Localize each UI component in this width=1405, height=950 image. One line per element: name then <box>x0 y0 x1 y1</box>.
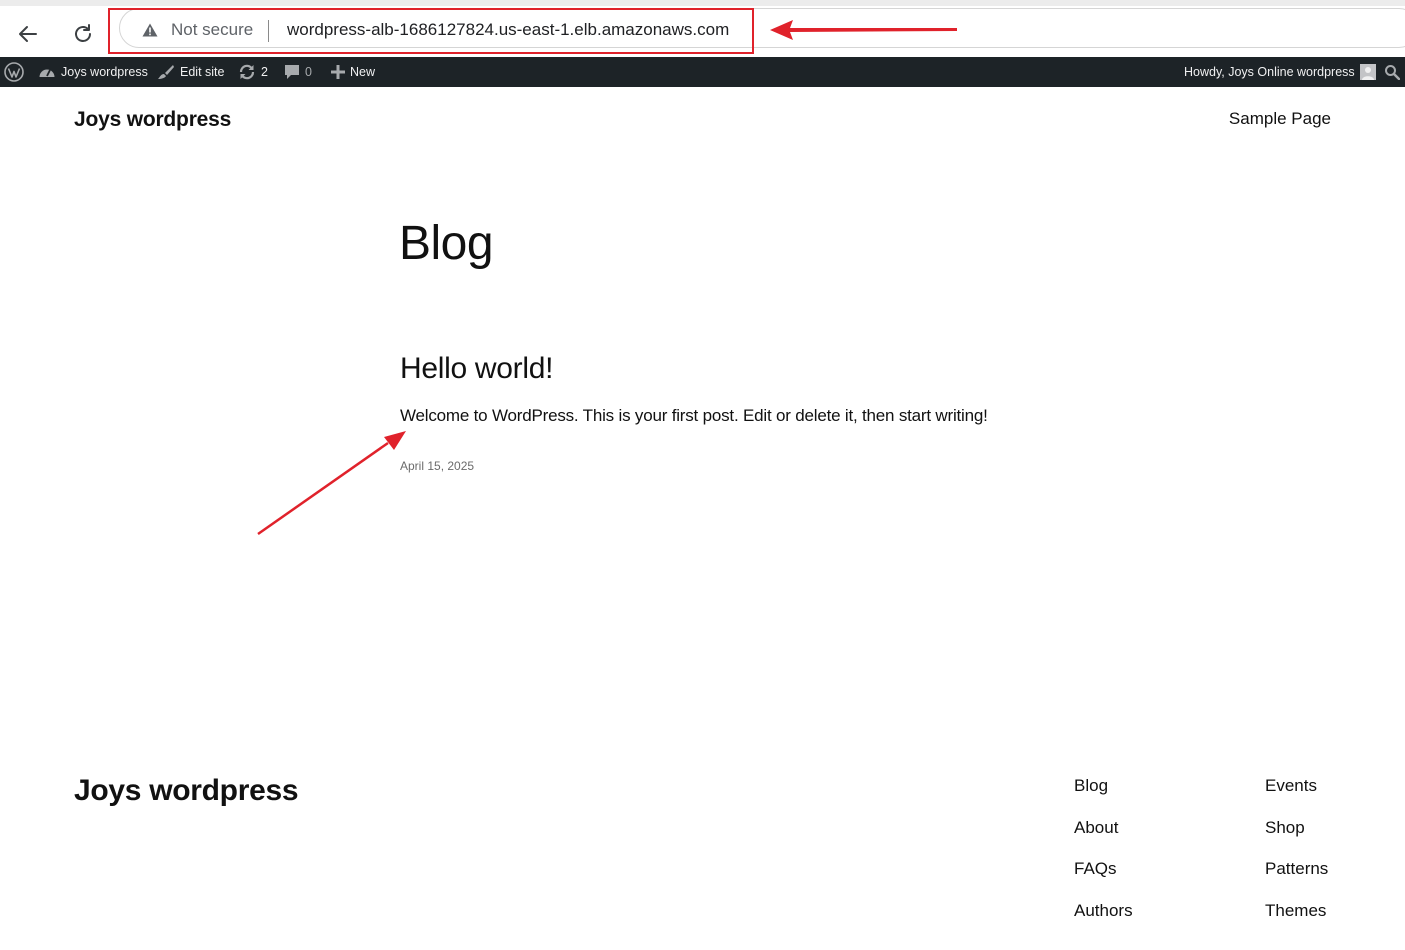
footer-link-events[interactable]: Events <box>1265 776 1328 796</box>
wp-admin-bar: Joys wordpress Edit site 2 0 New Howdy, … <box>0 57 1405 87</box>
reload-button[interactable] <box>69 20 97 48</box>
footer-link-blog[interactable]: Blog <box>1074 776 1133 796</box>
brush-icon <box>158 65 174 79</box>
address-separator <box>268 20 269 42</box>
footer-link-shop[interactable]: Shop <box>1265 818 1328 838</box>
footer-site-title[interactable]: Joys wordpress <box>74 774 299 808</box>
page-title: Blog <box>399 217 494 270</box>
site-name-menu[interactable]: Joys wordpress <box>38 57 148 87</box>
reload-icon <box>75 24 91 42</box>
footer-link-about[interactable]: About <box>1074 818 1133 838</box>
edit-site-link[interactable]: Edit site <box>157 57 224 87</box>
footer-link-patterns[interactable]: Patterns <box>1265 859 1328 879</box>
comments-link[interactable]: 0 <box>284 57 312 87</box>
wordpress-logo-icon <box>4 62 24 82</box>
annotation-arrow-icon <box>770 20 957 40</box>
howdy-greeting: Howdy, Joys Online wordpress <box>1184 65 1355 79</box>
warning-icon <box>142 23 158 37</box>
post-title-link[interactable]: Hello world! <box>400 352 553 386</box>
footer-nav-right: Events Shop Patterns Themes <box>1265 776 1328 942</box>
footer-nav-left: Blog About FAQs Authors <box>1074 776 1133 942</box>
updates-link[interactable]: 2 <box>238 57 268 87</box>
new-content-menu[interactable]: New <box>331 57 375 87</box>
dashboard-gauge-icon <box>39 69 55 77</box>
comments-count: 0 <box>305 65 312 79</box>
edit-site-label: Edit site <box>180 65 225 79</box>
footer-link-faqs[interactable]: FAQs <box>1074 859 1133 879</box>
nav-sample-page[interactable]: Sample Page <box>1229 109 1331 129</box>
url-text[interactable]: wordpress-alb-1686127824.us-east-1.elb.a… <box>287 20 729 40</box>
search-icon <box>1385 65 1400 80</box>
footer-link-themes[interactable]: Themes <box>1265 901 1328 921</box>
updates-icon <box>239 64 255 80</box>
updates-count: 2 <box>261 65 268 79</box>
footer-link-authors[interactable]: Authors <box>1074 901 1133 921</box>
wp-logo-menu[interactable] <box>4 57 24 87</box>
admin-search-button[interactable] <box>1384 57 1400 87</box>
plus-icon <box>331 65 345 79</box>
security-label[interactable]: Not secure <box>171 20 253 40</box>
avatar-icon <box>1359 64 1376 80</box>
post-excerpt: Welcome to WordPress. This is your first… <box>400 406 988 425</box>
site-name-label: Joys wordpress <box>61 65 148 79</box>
back-button[interactable] <box>14 20 42 48</box>
back-arrow-icon <box>19 26 37 42</box>
annotation-arrow-icon <box>257 431 406 536</box>
my-account-menu[interactable]: Howdy, Joys Online wordpress <box>1184 57 1376 87</box>
comment-bubble-icon <box>285 65 299 79</box>
site-title-link[interactable]: Joys wordpress <box>74 108 231 132</box>
new-label: New <box>350 65 376 79</box>
